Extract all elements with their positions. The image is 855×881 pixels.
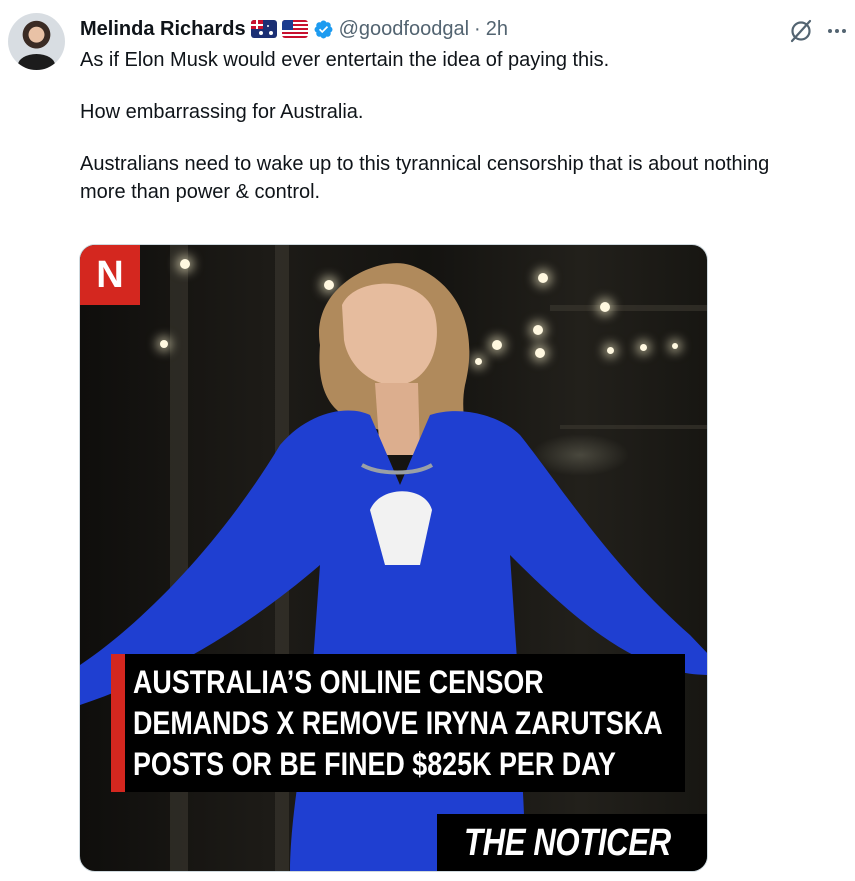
noticer-logo: N	[80, 245, 140, 305]
headline-line: DEMANDS X REMOVE IRYNA ZARUTSKA	[133, 705, 663, 741]
post-media-image[interactable]: N AUSTRALIA’S ONLINE CENSOR DEMANDS X RE…	[79, 244, 708, 872]
post-timestamp[interactable]: 2h	[486, 18, 508, 41]
dot-separator: ·	[474, 17, 481, 40]
post-header: Melinda Richards @goodfoodgal · 2h	[80, 16, 508, 42]
more-horizontal-icon[interactable]	[823, 19, 851, 43]
author-name[interactable]: Melinda Richards	[80, 18, 246, 41]
author-avatar[interactable]	[8, 13, 65, 70]
usa-flag-icon	[281, 20, 308, 38]
brand-name: THE NOTICER	[464, 822, 671, 864]
australia-flag-icon	[250, 20, 277, 38]
verified-badge-icon[interactable]	[313, 19, 334, 40]
headline-accent-bar	[111, 654, 125, 792]
post-paragraph: Australians need to wake up to this tyra…	[80, 153, 770, 203]
grok-slash-circle-icon[interactable]	[787, 17, 815, 45]
headline-box: AUSTRALIA’S ONLINE CENSOR DEMANDS X REMO…	[111, 654, 685, 792]
post-paragraph: How embarrassing for Australia.	[80, 101, 364, 123]
headline-line: POSTS OR BE FINED $825K PER DAY	[133, 746, 616, 782]
headline-line: AUSTRALIA’S ONLINE CENSOR	[133, 664, 544, 700]
author-handle[interactable]: @goodfoodgal	[339, 18, 469, 41]
post-text: As if Elon Musk would ever entertain the…	[80, 46, 820, 206]
headline-text: AUSTRALIA’S ONLINE CENSOR DEMANDS X REMO…	[133, 662, 663, 785]
post-paragraph: As if Elon Musk would ever entertain the…	[80, 49, 610, 71]
